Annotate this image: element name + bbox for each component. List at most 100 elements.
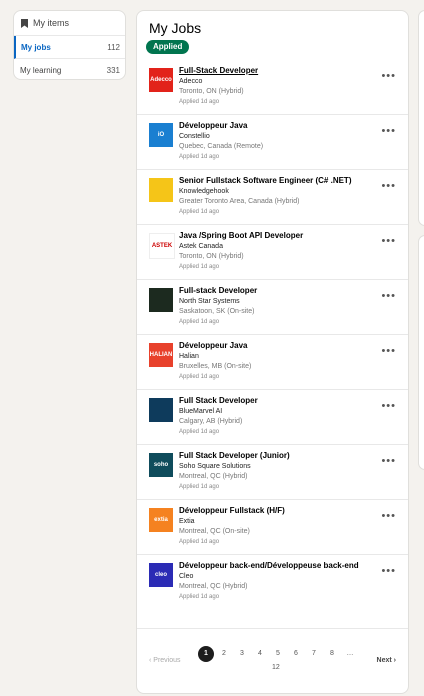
job-location: Saskatoon, SK (On-site) [179,307,255,315]
page-button-3[interactable]: 3 [234,646,250,662]
more-options-icon[interactable]: ••• [381,510,396,522]
job-applied-time: Applied 1d ago [179,593,220,600]
job-location: Toronto, ON (Hybrid) [179,87,244,95]
right-panel-card [418,235,424,470]
next-label: Next [376,657,392,664]
job-list-item[interactable]: cleo Développeur back-end/Développeuse ba… [137,555,408,629]
company-logo-text: extia [154,517,168,523]
sidebar-item-my-jobs[interactable]: My jobs 112 [14,36,125,59]
job-info: Java /Spring Boot API Developer Astek Can… [179,231,369,273]
page-button-7[interactable]: 7 [306,646,322,662]
job-info: Développeur back-end/Développeuse back-e… [179,561,369,603]
sidebar-item-label: My learning [20,65,62,75]
job-company: Constellio [179,132,210,140]
job-list-item[interactable]: Full-stack Developer North Star Systems Sa… [137,280,408,335]
job-title-link[interactable]: Full Stack Developer (Junior) [179,451,369,462]
job-title-link[interactable]: Java /Spring Boot API Developer [179,231,369,242]
job-applied-time: Applied 1d ago [179,208,220,215]
applied-filter-pill[interactable]: Applied [146,40,190,54]
my-items-header: My items [14,11,125,36]
page-button-1[interactable]: 1 [198,646,214,662]
company-logo: ASTEK [149,233,175,259]
job-applied-time: Applied 1d ago [179,428,220,435]
job-info: Développeur Fullstack (H/F) Extia Montreal… [179,506,369,548]
job-list-item[interactable]: Senior Fullstack Software Engineer (C# .… [137,170,408,225]
job-company: Adecco [179,77,203,85]
more-options-icon[interactable]: ••• [381,290,396,302]
next-page-button[interactable]: Next › [377,657,396,664]
job-info: Full Stack Developer BlueMarvel AI Calgary… [179,396,369,438]
previous-page-button[interactable]: ‹ Previous [149,657,181,664]
page-button-4[interactable]: 4 [252,646,268,662]
job-list-item[interactable]: HALIAN Développeur Java Halian Bruxelles, M… [137,335,408,390]
job-list-item[interactable]: Full Stack Developer BlueMarvel AI Calgary… [137,390,408,445]
job-title-link[interactable]: Full-Stack Developer [179,66,369,77]
job-list-item[interactable]: extia Développeur Fullstack (H/F) Extia Mon… [137,500,408,555]
job-applied-time: Applied 1d ago [179,318,220,325]
job-title-link[interactable]: Développeur back-end/Développeuse back-e… [179,561,369,572]
job-title-link[interactable]: Développeur Fullstack (H/F) [179,506,369,517]
job-company: Astek Canada [179,242,223,250]
job-title-link[interactable]: Full-stack Developer [179,286,369,297]
page-button-12[interactable]: 12 [272,664,280,671]
job-applied-time: Applied 1d ago [179,483,220,490]
company-logo-text: soho [153,462,169,468]
job-list-item[interactable]: Adecco Full-Stack Developer Adecco Toronto,… [137,60,408,115]
job-info: Full Stack Developer (Junior) Soho Square… [179,451,369,493]
job-list-item[interactable]: soho Full Stack Developer (Junior) Soho Sq… [137,445,408,500]
more-options-icon[interactable]: ••• [381,400,396,412]
page-title: My Jobs [149,20,202,36]
job-info: Full-Stack Developer Adecco Toronto, ON (H… [179,66,369,108]
job-company: Extia [179,517,195,525]
my-items-card: My items My jobs 112 My learning 331 [13,10,126,80]
company-logo: extia [149,508,173,532]
my-jobs-card: My Jobs Applied Adecco Full-Stack Develop… [136,10,409,694]
sidebar-item-label: My jobs [21,42,51,52]
job-applied-time: Applied 1d ago [179,153,220,160]
job-title-link[interactable]: Full Stack Developer [179,396,369,407]
more-options-icon[interactable]: ••• [381,345,396,357]
more-options-icon[interactable]: ••• [381,455,396,467]
company-logo-text: iO [157,132,165,138]
company-logo: iO [149,123,173,147]
page-button-6[interactable]: 6 [288,646,304,662]
job-company: North Star Systems [179,297,240,305]
more-options-icon[interactable]: ••• [381,565,396,577]
job-location: Montreal, QC (Hybrid) [179,582,248,590]
page-button-8[interactable]: 8 [324,646,340,662]
page-button-5[interactable]: 5 [270,646,286,662]
job-company: Halian [179,352,199,360]
job-company: Cleo [179,572,194,580]
sidebar-item-my-learning[interactable]: My learning 331 [14,59,125,81]
sidebar-item-count: 112 [107,42,120,52]
job-location: Greater Toronto Area, Canada (Hybrid) [179,197,300,205]
job-info: Senior Fullstack Software Engineer (C# .… [179,176,369,218]
job-list-item[interactable]: ASTEK Java /Spring Boot API Developer Aste… [137,225,408,280]
job-location: Calgary, AB (Hybrid) [179,417,243,425]
right-panel-card [418,10,424,226]
company-logo-text: ASTEK [151,243,173,249]
job-title-link[interactable]: Senior Fullstack Software Engineer (C# .… [179,176,369,187]
page-numbers: 1 2 3 4 5 6 7 8… [198,646,358,662]
company-logo [149,288,173,312]
company-logo: cleo [149,563,173,587]
page-button-ellipsis[interactable]: … [342,646,358,662]
bookmark-icon [21,18,28,28]
company-logo [149,398,173,422]
company-logo-text: Adecco [150,77,172,83]
page-button-2[interactable]: 2 [216,646,232,662]
more-options-icon[interactable]: ••• [381,70,396,82]
job-list-item[interactable]: iO Développeur Java Constellio Quebec, Cana… [137,115,408,170]
job-location: Quebec, Canada (Remote) [179,142,264,150]
more-options-icon[interactable]: ••• [381,235,396,247]
job-applied-time: Applied 1d ago [179,538,220,545]
company-logo-text: cleo [154,572,167,578]
job-applied-time: Applied 1d ago [179,373,220,380]
more-options-icon[interactable]: ••• [381,125,396,137]
job-applied-time: Applied 1d ago [179,98,220,105]
job-title-link[interactable]: Développeur Java [179,341,369,352]
more-options-icon[interactable]: ••• [381,180,396,192]
job-title-link[interactable]: Développeur Java [179,121,369,132]
job-company: Soho Square Solutions [179,462,251,470]
sidebar-item-count: 331 [106,65,120,75]
